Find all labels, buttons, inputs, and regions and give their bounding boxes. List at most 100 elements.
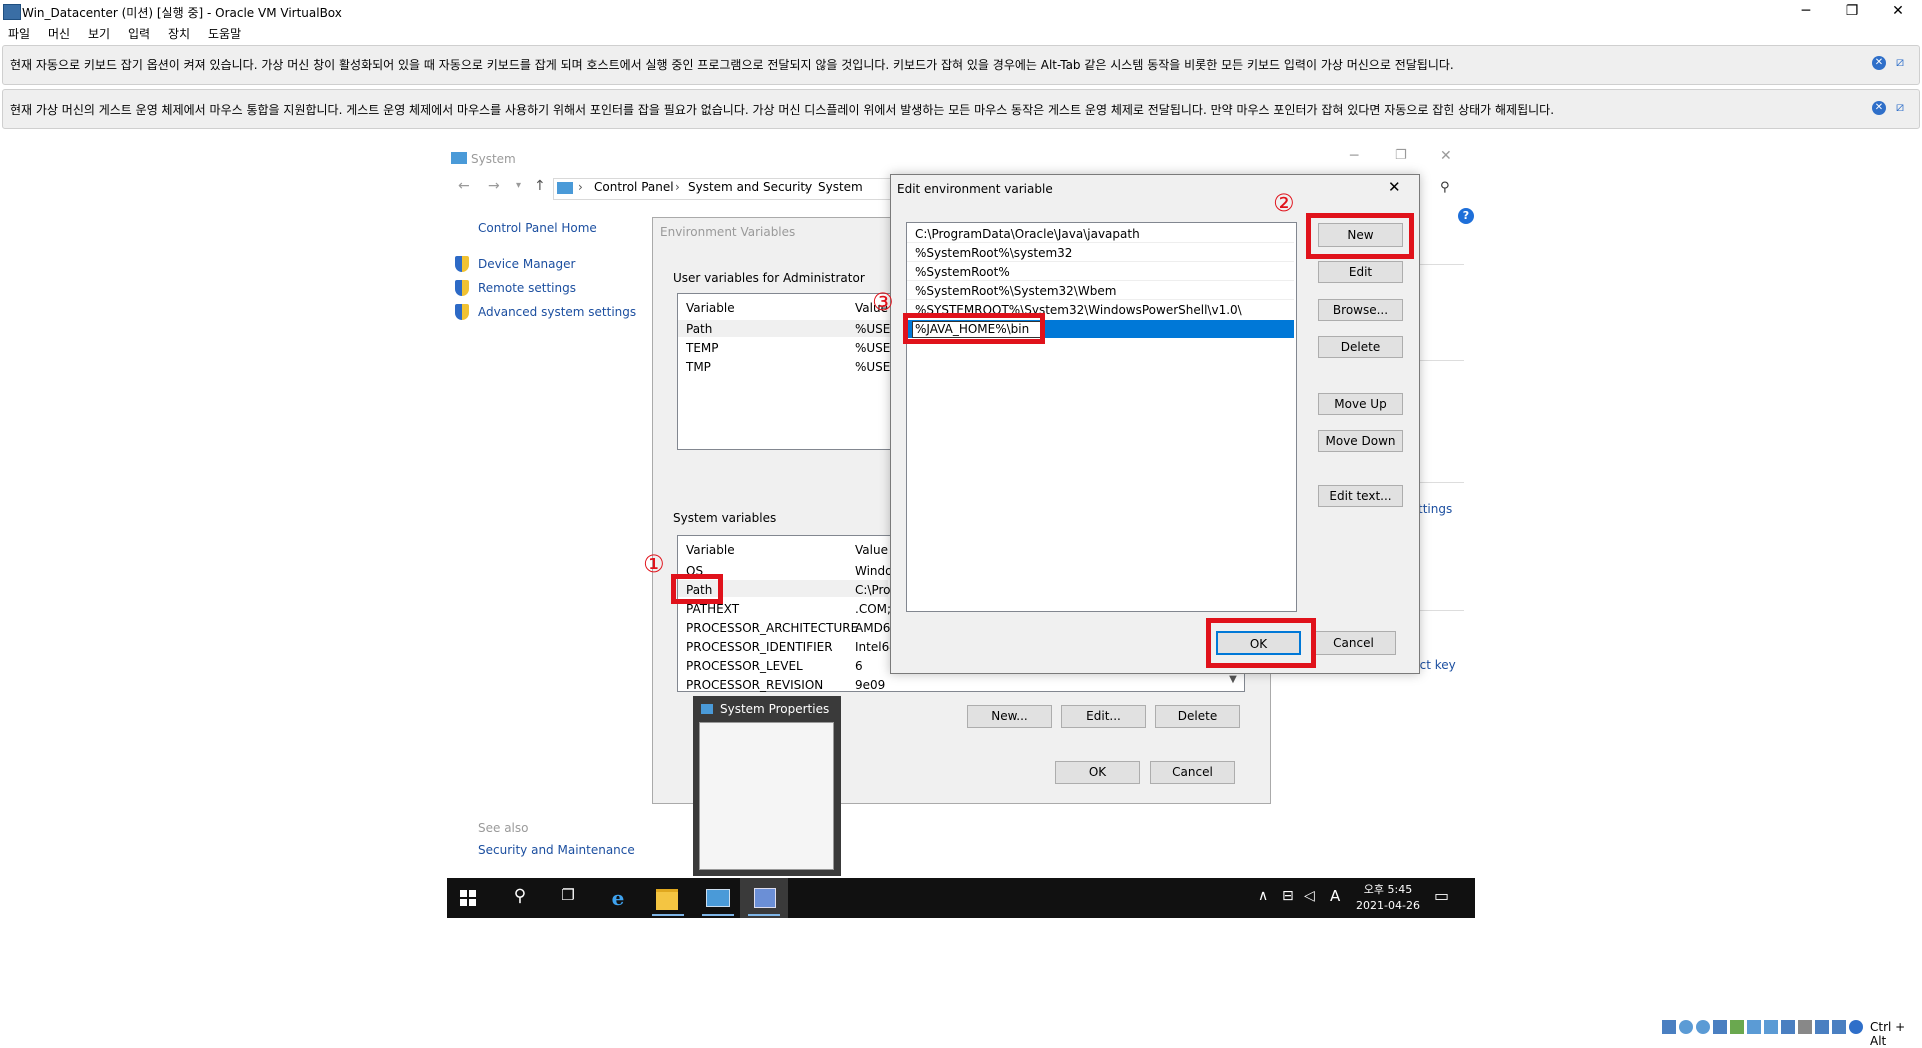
help-icon[interactable]: ?: [1458, 208, 1474, 224]
recording-icon[interactable]: [1781, 1020, 1795, 1034]
path-entry[interactable]: C:\ProgramData\Oracle\Java\javapath: [915, 227, 1140, 241]
control-panel-taskbar-icon[interactable]: [706, 889, 730, 907]
mute-banner-icon[interactable]: ⧄: [1892, 101, 1908, 115]
breadcrumb-system-security[interactable]: System and Security: [688, 180, 812, 194]
path-entry[interactable]: %SystemRoot%\System32\Wbem: [915, 284, 1116, 298]
control-panel-home-link[interactable]: Control Panel Home: [478, 221, 597, 235]
annotation-box-new: [1306, 213, 1414, 259]
menu-devices[interactable]: 장치: [168, 25, 190, 42]
edit-button[interactable]: Edit: [1318, 261, 1403, 283]
env-ok-button[interactable]: OK: [1055, 761, 1140, 784]
annotation-box-ok: [1206, 618, 1316, 668]
delete-button[interactable]: Delete: [1318, 336, 1403, 358]
divider: [1420, 610, 1464, 611]
info-close-icon[interactable]: ✕: [1872, 101, 1886, 115]
task-view-icon[interactable]: ❐: [556, 886, 580, 910]
system-var-name[interactable]: PATHEXT: [686, 602, 739, 616]
system-var-name[interactable]: PROCESSOR_ARCHITECTURE: [686, 621, 858, 635]
breadcrumb-sep-icon: ›: [804, 180, 809, 194]
divider: [1420, 482, 1464, 483]
file-explorer-icon[interactable]: [656, 889, 678, 910]
restore-button[interactable]: ❐: [1829, 0, 1875, 24]
remote-settings-link[interactable]: Remote settings: [478, 281, 576, 295]
system-var-value[interactable]: AMD6: [855, 621, 890, 635]
host-key-arrow-icon[interactable]: [1849, 1020, 1863, 1034]
mouse-icon[interactable]: [1832, 1020, 1846, 1034]
menu-view[interactable]: 보기: [88, 25, 110, 42]
column-header-variable[interactable]: Variable: [686, 301, 735, 315]
menu-input[interactable]: 입력: [128, 25, 150, 42]
system-delete-button[interactable]: Delete: [1155, 705, 1240, 728]
active-indicator: [702, 914, 734, 916]
path-entry[interactable]: %SystemRoot%\system32: [915, 246, 1072, 260]
forward-arrow-icon[interactable]: →: [488, 178, 500, 194]
ime-indicator[interactable]: A: [1330, 887, 1340, 905]
start-windows-icon[interactable]: [460, 890, 476, 906]
system-var-name[interactable]: PROCESSOR_LEVEL: [686, 659, 803, 673]
minimize-button[interactable]: ─: [1783, 0, 1829, 24]
optical-drive-icon[interactable]: [1679, 1020, 1693, 1034]
move-up-button[interactable]: Move Up: [1318, 393, 1403, 415]
network-status-icon[interactable]: [1713, 1020, 1727, 1034]
user-var-name[interactable]: TMP: [686, 360, 711, 374]
system-var-value[interactable]: .COM;: [855, 602, 891, 616]
system-properties-taskbar-icon: [754, 888, 776, 908]
menu-help[interactable]: 도움말: [208, 25, 241, 42]
breadcrumb-control-panel[interactable]: Control Panel: [594, 180, 674, 194]
column-header-variable[interactable]: Variable: [686, 543, 735, 557]
system-var-value[interactable]: C:\Pro: [855, 583, 891, 597]
up-arrow-icon[interactable]: ↑: [534, 178, 546, 194]
advanced-system-settings-link[interactable]: Advanced system settings: [478, 305, 636, 319]
edit-text-button[interactable]: Edit text...: [1318, 485, 1403, 507]
keyboard-icon[interactable]: [1815, 1020, 1829, 1034]
system-new-button[interactable]: New...: [967, 705, 1052, 728]
system-var-name[interactable]: PROCESSOR_IDENTIFIER: [686, 640, 833, 654]
cp-close-button[interactable]: ✕: [1440, 148, 1452, 164]
user-var-name[interactable]: TEMP: [686, 341, 719, 355]
edit-dialog-close-icon[interactable]: ✕: [1388, 178, 1401, 196]
change-settings-link[interactable]: ttings: [1418, 502, 1452, 516]
network-icon[interactable]: ⊟: [1282, 888, 1294, 904]
menu-file[interactable]: 파일: [8, 25, 30, 42]
scroll-down-icon[interactable]: ▼: [1225, 672, 1241, 688]
thumbnail-title: System Properties: [720, 702, 830, 716]
edit-cancel-button[interactable]: Cancel: [1311, 631, 1396, 655]
chevron-up-icon[interactable]: ∧: [1258, 888, 1268, 904]
search-icon[interactable]: ⚲: [508, 886, 532, 910]
path-entry[interactable]: %SystemRoot%: [915, 265, 1010, 279]
info-close-icon[interactable]: ✕: [1872, 56, 1886, 70]
browse-button[interactable]: Browse...: [1318, 299, 1403, 321]
display-icon[interactable]: [1764, 1020, 1778, 1034]
security-maintenance-link[interactable]: Security and Maintenance: [478, 843, 635, 857]
env-cancel-button[interactable]: Cancel: [1150, 761, 1235, 784]
cpu-icon[interactable]: [1798, 1020, 1812, 1034]
breadcrumb-system[interactable]: System: [818, 180, 863, 194]
move-down-button[interactable]: Move Down: [1318, 430, 1403, 452]
device-manager-link[interactable]: Device Manager: [478, 257, 575, 271]
clock-time[interactable]: 오후 5:45: [1358, 881, 1418, 897]
menu-machine[interactable]: 머신: [48, 25, 70, 42]
mute-banner-icon[interactable]: ⧄: [1892, 56, 1908, 70]
system-edit-button[interactable]: Edit...: [1061, 705, 1146, 728]
close-button[interactable]: ✕: [1875, 0, 1921, 24]
cp-minimize-button[interactable]: ─: [1350, 148, 1358, 164]
system-var-value[interactable]: Windo: [855, 564, 893, 578]
search-icon[interactable]: ⚲: [1440, 180, 1450, 195]
recent-chevron-icon[interactable]: ▾: [516, 180, 521, 191]
back-arrow-icon[interactable]: ←: [458, 178, 470, 194]
audio-icon[interactable]: [1696, 1020, 1710, 1034]
system-var-name[interactable]: PROCESSOR_REVISION: [686, 678, 823, 692]
hdd-icon[interactable]: [1662, 1020, 1676, 1034]
column-header-value[interactable]: Value: [855, 543, 888, 557]
volume-muted-icon[interactable]: ◁: [1304, 888, 1315, 904]
system-var-value[interactable]: 9e09: [855, 678, 885, 692]
clock-date[interactable]: 2021-04-26: [1350, 899, 1426, 912]
action-center-icon[interactable]: ▭: [1434, 886, 1449, 905]
system-icon: [451, 152, 467, 164]
shared-folders-icon[interactable]: [1747, 1020, 1761, 1034]
internet-explorer-icon[interactable]: e: [606, 886, 630, 910]
system-var-value[interactable]: 6: [855, 659, 863, 673]
cp-restore-button[interactable]: ❐: [1395, 148, 1407, 163]
usb-icon[interactable]: [1730, 1020, 1744, 1034]
user-var-name[interactable]: Path: [686, 322, 712, 336]
